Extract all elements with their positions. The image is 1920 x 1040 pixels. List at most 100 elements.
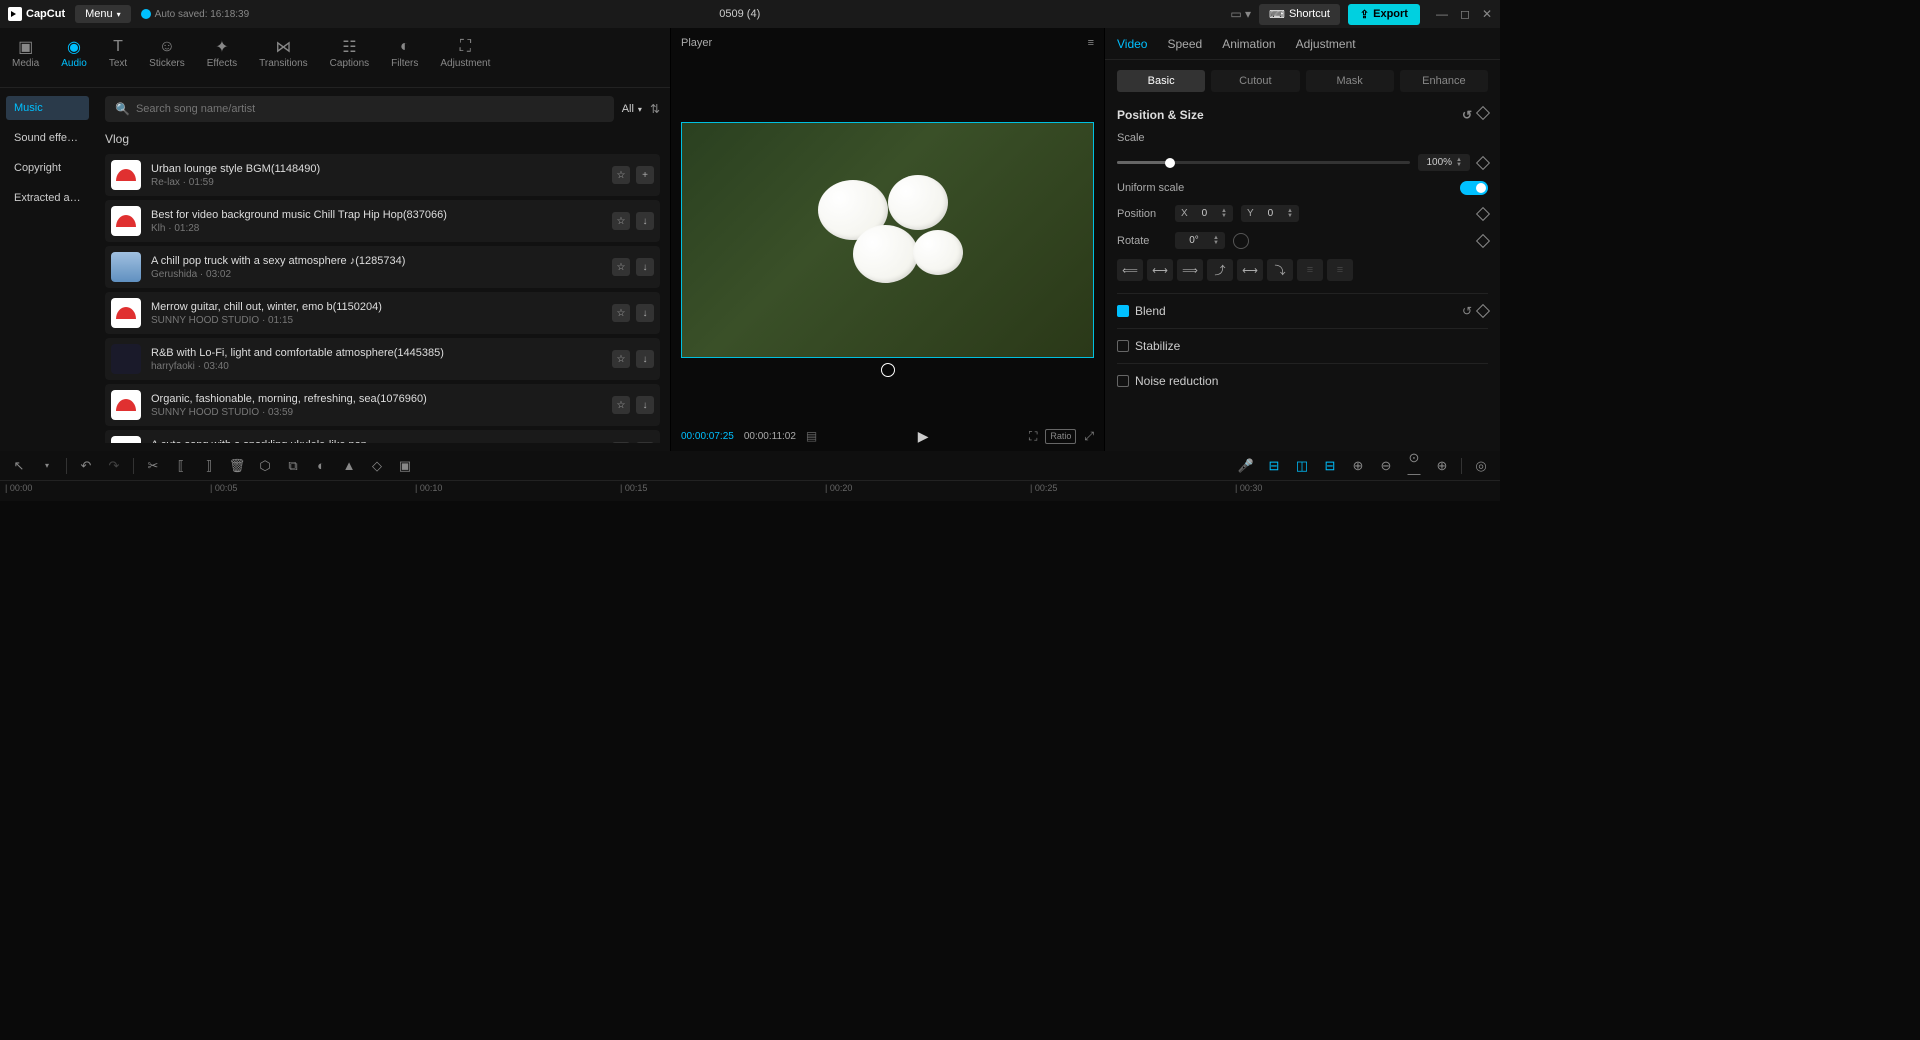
marker-icon[interactable]: ⬡: [256, 458, 274, 474]
tab-adjustment-props[interactable]: Adjustment: [1296, 37, 1356, 51]
music-track-item[interactable]: A chill pop truck with a sexy atmosphere…: [105, 246, 660, 288]
trim-left-icon[interactable]: ⟦: [172, 458, 190, 474]
subtab-cutout[interactable]: Cutout: [1211, 70, 1299, 92]
tab-transitions[interactable]: ⋈Transitions: [257, 33, 310, 87]
align-top-icon[interactable]: ⤴: [1207, 259, 1233, 281]
pos-y-input[interactable]: Y0▲▼: [1241, 205, 1299, 222]
zoom-in-icon[interactable]: ⊕: [1433, 458, 1451, 474]
rotate-input[interactable]: 0°▲▼: [1175, 232, 1225, 249]
tab-stickers[interactable]: ☺Stickers: [147, 33, 187, 87]
shortcut-button[interactable]: ⌨ Shortcut: [1259, 4, 1340, 25]
music-track-item[interactable]: Merrow guitar, chill out, winter, emo b(…: [105, 292, 660, 334]
favorite-icon[interactable]: ☆: [612, 442, 630, 443]
reset-icon[interactable]: ↺: [1462, 108, 1472, 122]
download-icon[interactable]: ↓: [636, 258, 654, 276]
play-button[interactable]: ▶: [918, 428, 929, 445]
rotate-icon[interactable]: ◇: [368, 458, 386, 474]
fullscreen-icon[interactable]: ⤢: [1084, 429, 1094, 444]
keyframe-icon[interactable]: [1476, 155, 1490, 169]
subtab-basic[interactable]: Basic: [1117, 70, 1205, 92]
zoom-out-icon[interactable]: ⊖: [1377, 458, 1395, 474]
subtab-enhance[interactable]: Enhance: [1400, 70, 1488, 92]
scale-slider[interactable]: [1117, 161, 1410, 164]
sidebar-item-music[interactable]: Music: [6, 96, 89, 120]
spinner-icon[interactable]: ▲▼: [1456, 158, 1462, 168]
slider-thumb[interactable]: [1165, 158, 1175, 168]
reverse-icon[interactable]: ◐: [312, 458, 330, 473]
tab-filters[interactable]: ◐Filters: [389, 33, 420, 87]
reset-icon[interactable]: ↺: [1462, 304, 1472, 318]
ratio-button[interactable]: Ratio: [1045, 429, 1076, 444]
add-icon[interactable]: +: [636, 166, 654, 184]
favorite-icon[interactable]: ☆: [612, 396, 630, 414]
player-menu-icon[interactable]: ≡: [1088, 37, 1094, 49]
menu-button[interactable]: Menu ▾: [75, 5, 131, 23]
undo-icon[interactable]: ↶: [77, 458, 95, 474]
download-icon[interactable]: ↓: [636, 350, 654, 368]
minimize-button[interactable]: —: [1436, 7, 1448, 21]
video-frame[interactable]: [681, 122, 1094, 358]
mic-icon[interactable]: 🎤: [1237, 458, 1255, 474]
search-input[interactable]: [136, 103, 604, 115]
fit-icon[interactable]: ◎: [1472, 458, 1490, 474]
align-center-v-icon[interactable]: ⟷: [1237, 259, 1263, 281]
keyframe-icon[interactable]: [1476, 106, 1490, 120]
crop-icon[interactable]: ▣: [396, 458, 414, 474]
keyframe-icon[interactable]: [1476, 304, 1490, 318]
noise-section[interactable]: Noise reduction: [1117, 363, 1488, 398]
rotate-dial-icon[interactable]: [1233, 233, 1249, 249]
focus-icon[interactable]: ⛶: [1029, 429, 1037, 444]
favorite-icon[interactable]: ☆: [612, 350, 630, 368]
sidebar-item-copyright[interactable]: Copyright: [6, 156, 89, 180]
tab-audio[interactable]: ◉Audio: [59, 33, 89, 87]
tab-speed[interactable]: Speed: [1167, 37, 1202, 51]
blend-section[interactable]: Blend ↺: [1117, 293, 1488, 328]
tab-text[interactable]: TText: [107, 33, 129, 87]
scale-value[interactable]: 100% ▲▼: [1418, 154, 1470, 171]
snap-link-icon[interactable]: ⊟: [1321, 458, 1339, 474]
export-button[interactable]: ⇪ Export: [1348, 4, 1420, 25]
list-icon[interactable]: ▤: [806, 429, 817, 443]
redo-icon[interactable]: ↷: [105, 458, 123, 474]
delete-icon[interactable]: 🗑: [228, 458, 246, 474]
download-icon[interactable]: ↓: [636, 212, 654, 230]
keyframe-icon[interactable]: [1476, 233, 1490, 247]
music-track-item[interactable]: Organic, fashionable, morning, refreshin…: [105, 384, 660, 426]
music-track-item[interactable]: A cute song with a sparkling ukulele-lik…: [105, 430, 660, 443]
download-icon[interactable]: ↓: [636, 304, 654, 322]
favorite-icon[interactable]: ☆: [612, 166, 630, 184]
favorite-icon[interactable]: ☆: [612, 258, 630, 276]
tab-animation[interactable]: Animation: [1222, 37, 1275, 51]
subtab-mask[interactable]: Mask: [1306, 70, 1394, 92]
layout-icon[interactable]: ▭ ▾: [1230, 7, 1251, 21]
maximize-button[interactable]: ◻: [1460, 7, 1470, 21]
chevron-down-icon[interactable]: ▾: [38, 461, 56, 470]
keyframe-icon[interactable]: [1476, 206, 1490, 220]
rotate-handle-icon[interactable]: [881, 363, 895, 377]
align-right-icon[interactable]: ⟹: [1177, 259, 1203, 281]
timeline-ruler[interactable]: | 00:00| 00:05| 00:10| 00:15| 00:20| 00:…: [0, 481, 1500, 501]
align-center-h-icon[interactable]: ⟷: [1147, 259, 1173, 281]
all-dropdown[interactable]: All▾: [622, 103, 642, 115]
trim-right-icon[interactable]: ⟧: [200, 458, 218, 474]
split-icon[interactable]: ✂: [144, 458, 162, 474]
music-track-item[interactable]: R&B with Lo-Fi, light and comfortable at…: [105, 338, 660, 380]
stabilize-checkbox[interactable]: [1117, 340, 1129, 352]
music-track-item[interactable]: Best for video background music Chill Tr…: [105, 200, 660, 242]
zoom-slider[interactable]: ⊙—: [1405, 450, 1423, 481]
favorite-icon[interactable]: ☆: [612, 212, 630, 230]
mirror-icon[interactable]: ▲: [340, 458, 358, 473]
tab-captions[interactable]: ☷Captions: [328, 33, 371, 87]
align-bottom-icon[interactable]: ⤵: [1267, 259, 1293, 281]
snap-main-icon[interactable]: ⊟: [1265, 458, 1283, 474]
favorite-icon[interactable]: ☆: [612, 304, 630, 322]
music-track-item[interactable]: Urban lounge style BGM(1148490) Re-lax ·…: [105, 154, 660, 196]
download-icon[interactable]: ↓: [636, 442, 654, 443]
close-button[interactable]: ✕: [1482, 7, 1492, 21]
pos-x-input[interactable]: X0▲▼: [1175, 205, 1233, 222]
preview-icon[interactable]: ⊕: [1349, 458, 1367, 474]
tab-effects[interactable]: ✦Effects: [205, 33, 239, 87]
snap-magnet-icon[interactable]: ◫: [1293, 458, 1311, 474]
noise-checkbox[interactable]: [1117, 375, 1129, 387]
copy-icon[interactable]: ⧉: [284, 458, 302, 474]
